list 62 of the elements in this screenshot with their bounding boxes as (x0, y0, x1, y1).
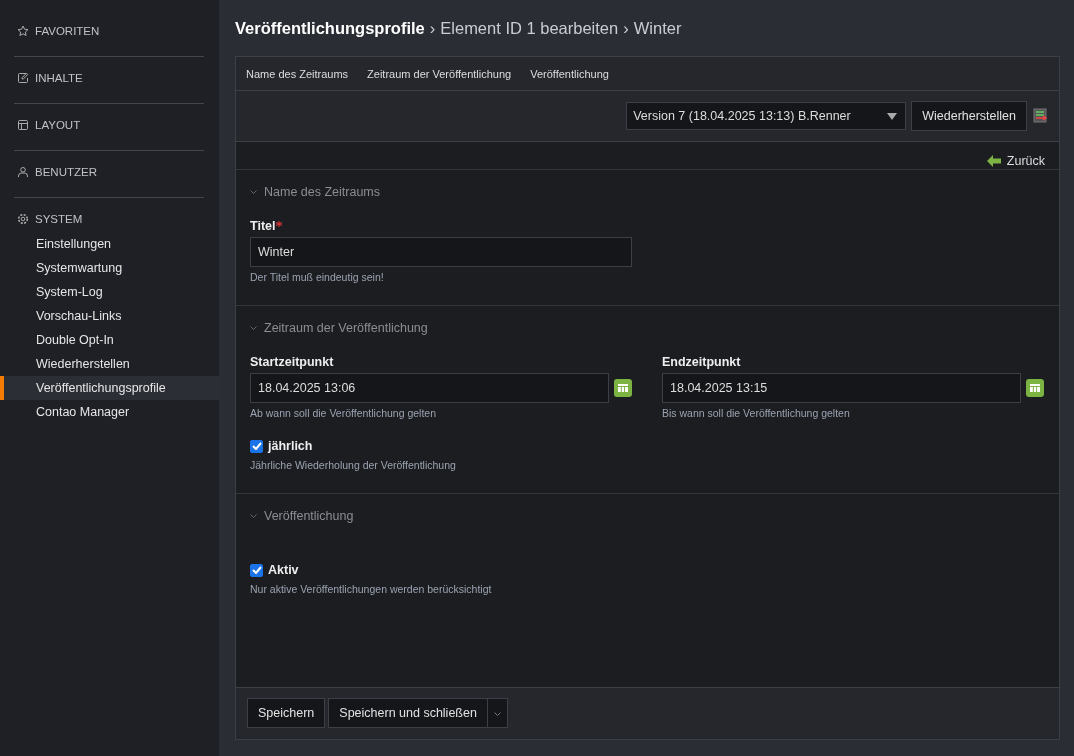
nav-item[interactable]: System-Log (0, 280, 219, 304)
nav-item[interactable]: Double Opt-In (0, 328, 219, 352)
input-field[interactable]: 18.04.2025 13:06 (250, 373, 609, 403)
nav-item[interactable]: Systemwartung (0, 256, 219, 280)
dropdown-toggle[interactable] (486, 698, 508, 728)
version-select[interactable]: Version 7 (18.04.2025 13:13) B.Renner (626, 102, 907, 130)
back-link[interactable]: Zurück (986, 152, 1045, 170)
layout-icon (17, 119, 29, 131)
menu-group-heading[interactable]: LAYOUT (14, 112, 204, 138)
chevron-down-icon (250, 513, 257, 519)
calendar-icon (614, 379, 632, 397)
save-button[interactable]: Speichern (247, 698, 326, 728)
chevron-down-icon (250, 325, 257, 331)
checkmark-icon (251, 442, 262, 450)
edit-icon (17, 72, 29, 84)
list-compare-icon (1033, 108, 1049, 124)
checkbox-label: jährlich (268, 439, 313, 453)
breadcrumb-link[interactable]: Element ID 1 bearbeiten (440, 18, 619, 38)
jump-link[interactable]: Name des Zeitraums (246, 67, 349, 80)
chevron-down-icon (250, 189, 257, 195)
restore-button[interactable]: Wiederherstellen (911, 101, 1027, 131)
section-toggle[interactable]: Veröffentlichung (250, 507, 354, 525)
checkmark-icon (251, 566, 262, 574)
nav-item[interactable]: Einstellungen (0, 232, 219, 256)
help-text: Ab wann soll die Veröffentlichung gelten (250, 407, 437, 419)
menu-group-heading[interactable]: FAVORITEN (14, 18, 204, 44)
help-text: Jährliche Wiederholung der Veröffentlichung (250, 459, 456, 471)
calendar-icon (1026, 379, 1044, 397)
field-label: Startzeitpunkt (250, 355, 334, 371)
nav-item[interactable]: Wiederherstellen (0, 352, 219, 376)
input-field[interactable]: Winter (250, 237, 632, 267)
menu-group-heading[interactable]: SYSTEM (14, 206, 219, 232)
arrow-left-icon (986, 155, 1001, 167)
required-asterisk-icon (276, 221, 283, 227)
nav-item[interactable]: Vorschau-Links (0, 304, 219, 328)
user-icon (17, 166, 29, 178)
breadcrumb-separator: › (623, 18, 629, 38)
jump-link[interactable]: Veröffentlichung (530, 67, 609, 80)
help-text: Der Titel muß eindeutig sein! (250, 271, 384, 283)
checkbox[interactable] (250, 439, 263, 453)
breadcrumb-link[interactable]: Veröffentlichungsprofile (235, 18, 425, 38)
checkbox[interactable] (250, 563, 263, 577)
section-toggle[interactable]: Name des Zeitraums (250, 183, 380, 201)
version-text: Version 7 (18.04.2025 13:13) B.Renner (633, 109, 851, 123)
chevron-down-icon (493, 712, 501, 717)
gear-icon (17, 213, 29, 225)
nav-item[interactable]: Veröffentlichungsprofile (0, 376, 219, 400)
breadcrumb-separator: › (429, 18, 436, 38)
menu-group-heading[interactable]: INHALTE (14, 65, 204, 91)
help-text: Bis wann soll die Veröffentlichung gelten (662, 407, 850, 419)
jump-link[interactable]: Zeitraum der Veröffentlichung (367, 67, 512, 80)
menu-group-heading[interactable]: BENUTZER (14, 159, 204, 185)
field-label: Titel (250, 219, 283, 237)
save-close-button[interactable]: Speichern und schließen (328, 698, 487, 728)
help-text: Nur aktive Veröffentlichungen werden berücksichtigt (250, 583, 492, 595)
star-icon (17, 25, 29, 37)
section-toggle[interactable]: Zeitraum der Veröffentlichung (250, 319, 428, 337)
checkbox-label: Aktiv (268, 563, 299, 577)
field-label: Endzeitpunkt (662, 355, 741, 371)
dropdown-arrow-icon (887, 112, 898, 120)
nav-item[interactable]: Contao Manager (0, 400, 219, 424)
input-field[interactable]: 18.04.2025 13:15 (662, 373, 1021, 403)
